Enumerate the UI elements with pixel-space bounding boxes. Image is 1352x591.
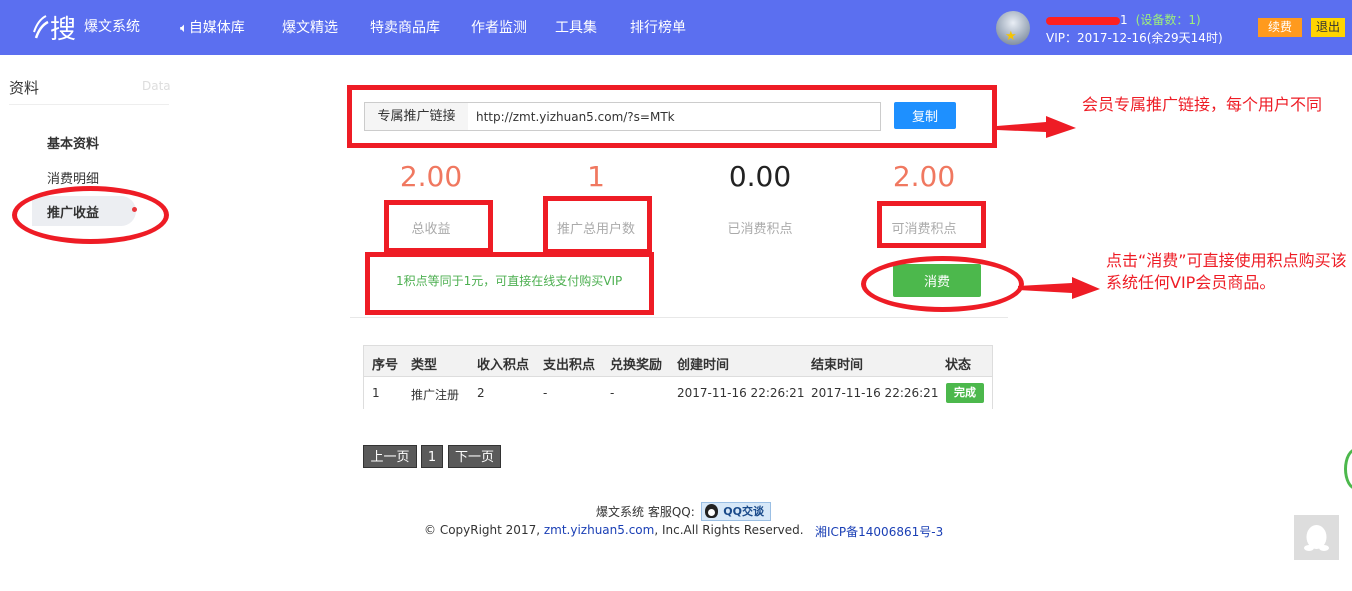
- arrow-consume-note: [1018, 277, 1100, 299]
- arrow-link-note: [997, 116, 1076, 138]
- annotation-text-link: 会员专属推广链接，每个用户不同: [1082, 95, 1323, 114]
- annotation-arrows: [997, 116, 1100, 299]
- annotation-text-consume: 点击“消费”可直接使用积点购买该系统任何VIP会员商品。: [1106, 251, 1347, 292]
